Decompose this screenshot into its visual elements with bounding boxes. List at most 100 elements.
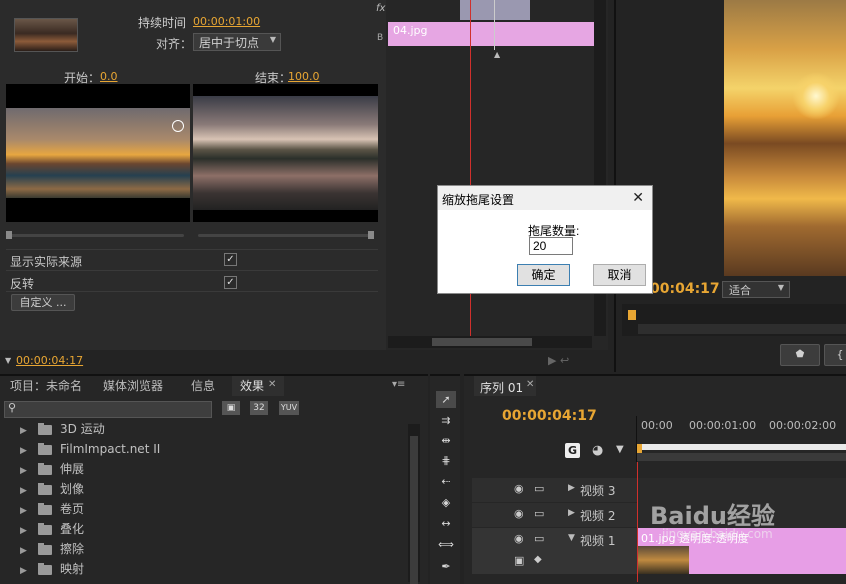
tree-folder-item[interactable]: ▶ 擦除 <box>20 539 84 559</box>
playhead-marker[interactable] <box>628 310 636 320</box>
selection-tool-icon[interactable]: ➚ <box>436 391 456 408</box>
duration-value[interactable]: 00:00:01:00 <box>193 15 260 28</box>
folder-icon <box>38 442 52 455</box>
tree-folder-label: 映射 <box>60 562 85 576</box>
ripple-edit-tool-icon[interactable]: ⇹ <box>436 432 456 449</box>
expand-arrow-icon[interactable]: ▶ <box>20 481 32 501</box>
expand-arrow-icon[interactable]: ▶ <box>20 561 32 581</box>
clip-thumbnail <box>637 546 689 574</box>
expand-arrow-icon[interactable]: ▶ <box>20 521 32 541</box>
track-header-video-2[interactable]: ◉ ▭ ▶ 视频 2 <box>472 503 637 527</box>
eye-icon[interactable]: ◉ <box>514 482 524 495</box>
trail-settings-dialog: 缩放拖尾设置 ✕ 拖尾数量: 20 确定 取消 <box>437 185 653 294</box>
tree-folder-item[interactable]: ▶ 叠化 <box>20 519 84 539</box>
rate-stretch-tool-icon[interactable]: ⇠ <box>436 473 456 490</box>
close-icon[interactable]: ✕ <box>526 379 534 390</box>
reverse-checkbox[interactable]: ✓ <box>224 276 237 289</box>
sequence-timecode[interactable]: 00:00:04:17 <box>502 408 597 424</box>
end-slider[interactable] <box>198 234 373 237</box>
end-value[interactable]: 100.0 <box>288 70 320 83</box>
eye-icon[interactable]: ◉ <box>514 507 524 520</box>
tree-scrollbar[interactable] <box>408 424 420 584</box>
trail-amount-input[interactable]: 20 <box>529 237 573 255</box>
in-point-button[interactable]: { <box>824 344 846 366</box>
start-preview-image <box>6 108 190 198</box>
keyframe-icon[interactable]: ◆ <box>534 554 542 565</box>
expand-arrow-icon[interactable]: ▶ <box>20 541 32 561</box>
new-bin-icon[interactable]: ▣ <box>222 401 240 415</box>
end-slider-handle[interactable] <box>368 231 374 239</box>
tree-folder-label: 3D 运动 <box>60 422 105 436</box>
tab-effects[interactable]: 效果 <box>240 376 264 396</box>
program-timecode[interactable]: 00:04:17 <box>650 281 720 297</box>
cancel-button[interactable]: 取消 <box>593 264 646 286</box>
snap-icon[interactable]: G <box>565 443 580 458</box>
panel-menu-icon[interactable]: ▾≡ <box>392 379 405 390</box>
show-source-checkbox[interactable]: ✓ <box>224 253 237 266</box>
center-point-handle[interactable] <box>172 120 184 132</box>
close-icon[interactable]: ✕ <box>268 379 276 390</box>
close-icon[interactable]: ✕ <box>632 189 644 206</box>
tree-scrollbar-thumb[interactable] <box>410 436 418 584</box>
tab-info[interactable]: 信息 <box>191 376 215 396</box>
tree-folder-item[interactable]: ▶ 伸展 <box>20 459 84 479</box>
ruler-tick-1: 00:00:01:00 <box>689 419 757 432</box>
tree-folder-item[interactable]: ▶ 映射 <box>20 559 84 579</box>
link-icon[interactable]: ◕ <box>592 443 603 458</box>
tab-sequence-label: 序列 01 <box>480 381 524 395</box>
tree-folder-item[interactable]: ▶ 卷页 <box>20 499 84 519</box>
yuv-filter-icon[interactable]: YUV <box>279 401 299 415</box>
tree-folder-item[interactable]: ▶ FilmImpact.net II <box>20 439 160 459</box>
tab-media-browser[interactable]: 媒体浏览器 <box>103 376 163 396</box>
eye-icon[interactable]: ◉ <box>514 532 524 545</box>
start-value[interactable]: 0.0 <box>100 70 118 83</box>
keyframe-display-icon[interactable]: ▣ <box>514 554 524 567</box>
start-slider[interactable] <box>10 234 184 237</box>
program-image <box>724 0 846 276</box>
timeline-scrollbar-thumb[interactable] <box>432 338 532 346</box>
expand-arrow-icon[interactable]: ▶ <box>568 483 575 493</box>
watermark-url: jingyan.baidu.com <box>662 527 773 541</box>
track-header-video-1[interactable]: ◉ ▭ ▼ 视频 1 ▣ ◆ <box>472 528 637 574</box>
expand-arrow-icon[interactable]: ▶ <box>20 461 32 481</box>
film-icon[interactable]: ▭ <box>534 482 544 495</box>
fit-dropdown[interactable]: 适合 ▼ <box>722 281 790 298</box>
effects-search-input[interactable]: ⚲ <box>4 401 212 418</box>
time-ruler[interactable]: 00:00 00:00:01:00 00:00:02:00 <box>636 416 846 462</box>
effect-controls-timecode[interactable]: 00:00:04:17 <box>16 354 83 367</box>
custom-button[interactable]: 自定义 ... <box>11 294 75 311</box>
film-icon[interactable]: ▭ <box>534 532 544 545</box>
folder-icon <box>38 462 52 475</box>
film-icon[interactable]: ▭ <box>534 507 544 520</box>
slide-tool-icon[interactable]: ⟺ <box>436 536 456 553</box>
tree-folder-item[interactable]: ▶ 3D 运动 <box>20 419 105 439</box>
ok-button[interactable]: 确定 <box>517 264 570 286</box>
expand-arrow-icon[interactable]: ▶ <box>20 441 32 461</box>
rolling-edit-tool-icon[interactable]: ⋕ <box>436 452 456 469</box>
add-marker-icon[interactable]: ▼ <box>616 444 624 455</box>
pen-tool-icon[interactable]: ✒ <box>436 558 456 575</box>
effect-controls-panel: 持续时间 00:00:01:00 对齐： 居中于切点 ▼ 开始： 0.0 结束：… <box>0 0 386 367</box>
effect-clip-b[interactable]: 04.jpg <box>388 22 594 46</box>
expand-arrow-icon[interactable]: ▶ <box>20 421 32 441</box>
marker-button[interactable]: ⬟ <box>780 344 820 366</box>
track-header-video-3[interactable]: ◉ ▭ ▶ 视频 3 <box>472 478 637 502</box>
folder-icon <box>38 542 52 555</box>
align-dropdown[interactable]: 居中于切点 ▼ <box>193 33 281 51</box>
32bit-filter-icon[interactable]: 32 <box>250 401 268 415</box>
tab-project[interactable]: 项目：未命名 <box>10 376 82 396</box>
monitor-ruler[interactable] <box>622 304 846 336</box>
expand-arrow-icon[interactable]: ▶ <box>20 501 32 521</box>
fit-dropdown-value: 适合 <box>729 284 751 297</box>
timeline-scrollbar[interactable] <box>388 336 592 348</box>
slip-tool-icon[interactable]: ↔ <box>436 515 456 532</box>
expand-arrow-icon[interactable]: ▶ <box>568 508 575 518</box>
tree-folder-item[interactable]: ▶ 划像 <box>20 479 84 499</box>
tab-sequence[interactable]: 序列 01 ✕ <box>474 376 536 396</box>
folder-icon <box>38 502 52 515</box>
razor-tool-icon[interactable]: ◈ <box>436 494 456 511</box>
folder-icon <box>38 522 52 535</box>
collapse-arrow-icon[interactable]: ▼ <box>568 533 575 543</box>
track-select-tool-icon[interactable]: ⇉ <box>436 412 456 429</box>
start-slider-handle[interactable] <box>6 231 12 239</box>
